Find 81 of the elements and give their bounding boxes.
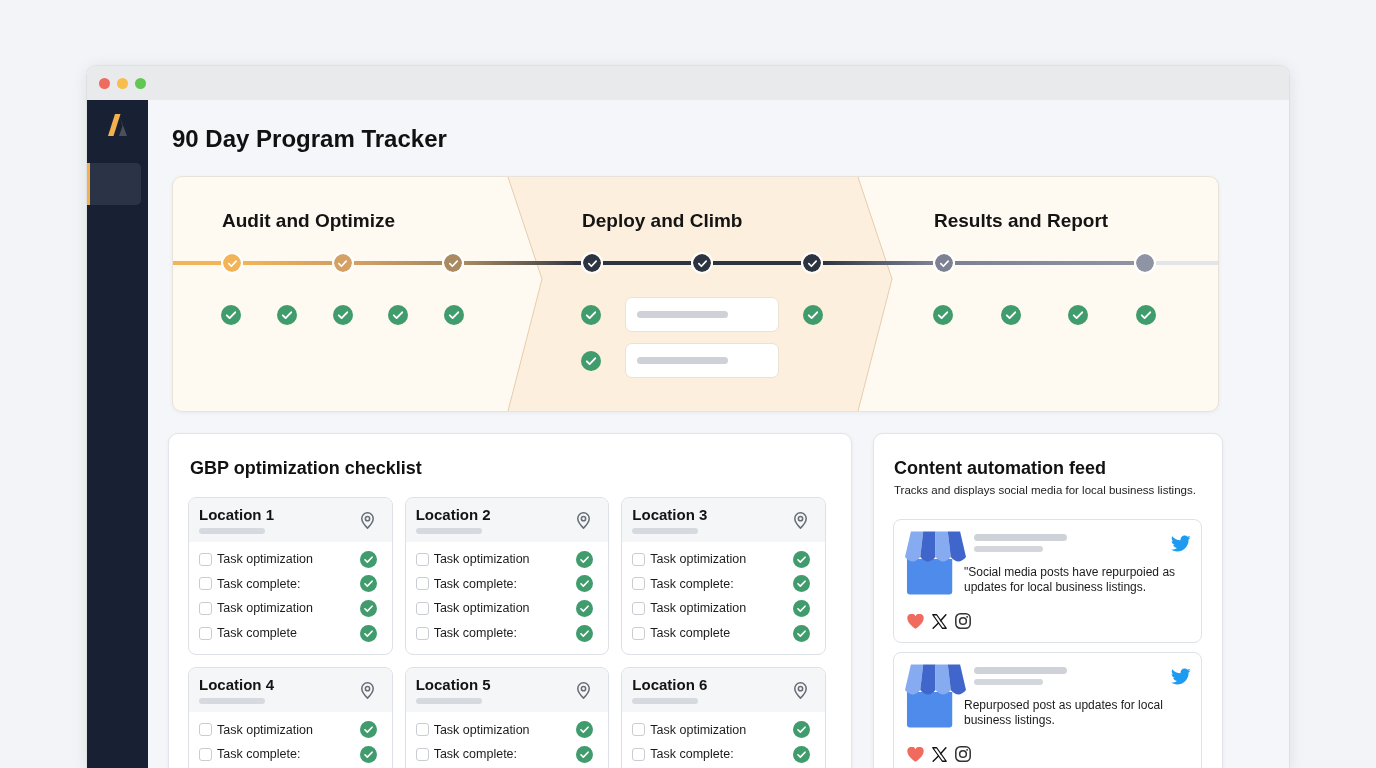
placeholder-bar — [415, 528, 482, 534]
checkbox[interactable] — [632, 577, 646, 591]
sidebar-item[interactable] — [87, 163, 141, 205]
minimize-button[interactable] — [117, 77, 128, 89]
location-title: Location 5 — [415, 676, 492, 695]
task-label: Task optimization — [650, 721, 748, 738]
checkbox[interactable] — [632, 552, 646, 566]
map-pin-icon — [794, 681, 807, 699]
panel-subtitle: Tracks and displays social media for local business listings. — [894, 483, 1197, 498]
letter-x-icon[interactable] — [932, 746, 947, 762]
storefront-icon — [905, 531, 966, 595]
task-label: Task complete: — [650, 575, 735, 592]
task-label: Task complete: — [433, 625, 519, 642]
maximize-button[interactable] — [135, 77, 146, 89]
map-pin-icon — [794, 511, 807, 529]
heart-icon[interactable] — [907, 746, 924, 762]
checkbox[interactable] — [199, 747, 212, 761]
phase-title: Deploy and Climb — [581, 209, 744, 233]
camera-icon[interactable] — [955, 613, 971, 629]
task-label: Task complete: — [433, 575, 519, 592]
checkbox[interactable] — [415, 552, 429, 566]
phase-title: Audit and Optimize — [221, 209, 397, 233]
checkbox[interactable] — [632, 602, 646, 615]
task-label: Task optimization — [433, 551, 531, 568]
checkbox[interactable] — [632, 626, 646, 640]
panel-title: GBP optimization checklist — [190, 457, 423, 479]
location-title: Location 4 — [199, 676, 275, 695]
task-label: Task optimization — [217, 721, 314, 738]
map-pin-icon — [360, 511, 374, 529]
task-label: Task complete — [217, 625, 298, 642]
checkbox[interactable] — [199, 552, 212, 566]
task-label: Task complete: — [217, 575, 302, 592]
task-label: Task optimization — [217, 600, 314, 617]
panel-title: Content automation feed — [894, 457, 1107, 479]
checkbox[interactable] — [632, 723, 646, 737]
task-label: Task optimization — [217, 551, 314, 568]
map-pin-icon — [360, 681, 374, 699]
task-label: Task optimization — [650, 600, 748, 617]
logo-icon — [107, 114, 127, 136]
checkbox[interactable] — [415, 723, 429, 737]
task-label: Task optimization — [433, 721, 531, 738]
page-title: 90 Day Program Tracker — [172, 124, 448, 154]
location-title: Location 6 — [632, 676, 709, 695]
bird-icon — [1170, 535, 1191, 552]
task-label: Task complete: — [217, 746, 302, 763]
camera-icon[interactable] — [955, 746, 971, 762]
placeholder-bar — [974, 679, 1043, 685]
checkbox[interactable] — [415, 602, 429, 615]
checkbox[interactable] — [199, 602, 212, 615]
task-label: Task optimization — [433, 600, 531, 617]
bird-icon — [1170, 668, 1191, 685]
checkbox[interactable] — [199, 626, 212, 640]
checkbox[interactable] — [415, 577, 429, 591]
letter-x-icon[interactable] — [932, 613, 947, 629]
checkbox[interactable] — [415, 626, 429, 640]
post-text: "Social media posts have repurpoied as updates for local business listings. — [964, 565, 1177, 595]
task-label: Task optimization — [650, 551, 748, 568]
placeholder-bar — [199, 698, 265, 705]
task-label: Task complete — [650, 625, 732, 642]
placeholder-bar — [632, 528, 699, 534]
post-text: Repurposed post as updates for local business listings. — [964, 698, 1164, 728]
location-title: Location 3 — [632, 506, 709, 524]
placeholder-bar — [974, 546, 1043, 552]
task-label: Task complete: — [433, 746, 519, 763]
placeholder-bar — [415, 698, 482, 705]
map-pin-icon — [577, 511, 591, 529]
checkbox[interactable] — [199, 723, 212, 737]
location-title: Location 1 — [199, 506, 275, 524]
phase-title: Results and Report — [933, 209, 1110, 233]
storefront-icon — [905, 664, 966, 728]
timeline-segment — [173, 261, 221, 265]
placeholder-bar — [199, 528, 265, 534]
checkbox[interactable] — [415, 747, 429, 761]
map-pin-icon — [577, 681, 591, 699]
placeholder-bar — [632, 698, 699, 705]
location-title: Location 2 — [415, 506, 492, 524]
task-label: Task complete: — [650, 746, 735, 763]
close-button[interactable] — [99, 77, 110, 89]
checkbox[interactable] — [199, 577, 212, 591]
heart-icon[interactable] — [907, 613, 924, 629]
checkbox[interactable] — [632, 747, 646, 761]
